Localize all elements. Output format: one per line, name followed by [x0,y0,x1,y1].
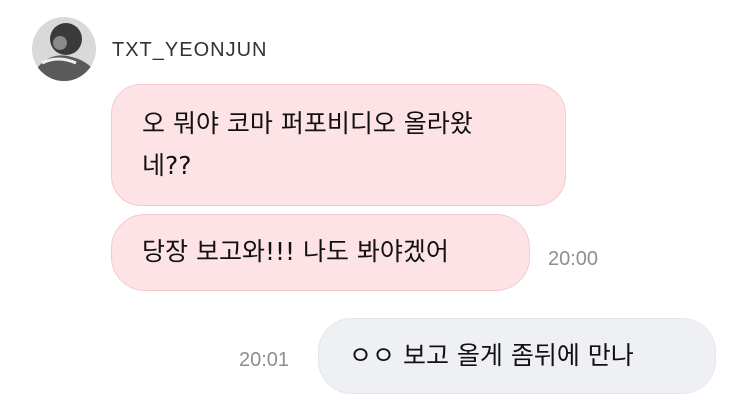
message-timestamp: 20:00 [548,248,599,270]
message-bubble-incoming[interactable]: 오 뭐야 코마 퍼포비디오 올라왔 네?? [111,84,566,206]
message-timestamp: 20:01 [239,349,290,371]
message-bubble-outgoing[interactable]: ㅇㅇ 보고 올게 좀뒤에 만나 [318,318,716,394]
profile-avatar-icon[interactable] [32,17,96,81]
sender-name[interactable]: TXT_YEONJUN [112,38,267,62]
message-bubble-incoming[interactable]: 당장 보고와!!! 나도 봐야겠어 [111,214,530,291]
chat-screen: TXT_YEONJUN 오 뭐야 코마 퍼포비디오 올라왔 네?? 당장 보고와… [0,0,737,416]
